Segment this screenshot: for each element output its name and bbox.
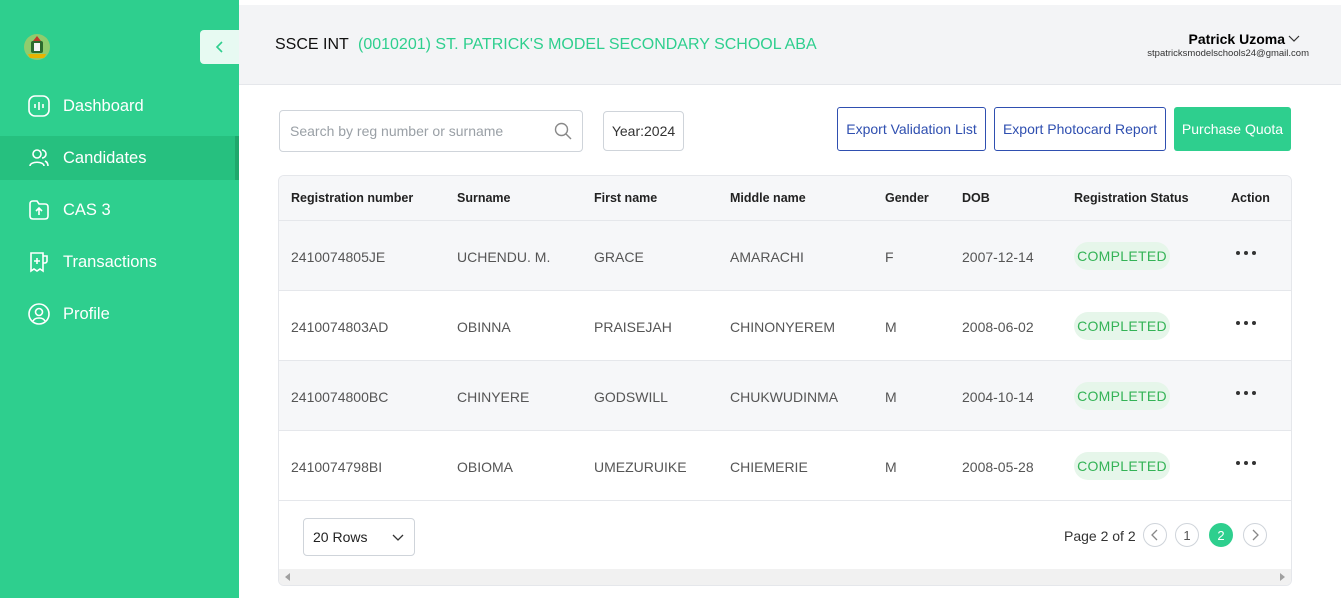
school-name: (0010201) ST. PATRICK'S MODEL SECONDARY … — [358, 36, 817, 53]
sidebar-nav: Dashboard Candidates CAS 3 Transactions — [0, 84, 239, 344]
user-circle-icon — [27, 302, 51, 326]
user-name[interactable]: Patrick Uzoma — [1189, 31, 1285, 47]
sidebar-item-candidates[interactable]: Candidates — [0, 136, 239, 180]
column-header: DOB — [962, 191, 990, 205]
search-input[interactable] — [290, 111, 540, 151]
year-select[interactable]: Year: 2024 — [603, 111, 684, 151]
cell-reg-number: 2410074803AD — [291, 319, 389, 335]
purchase-quota-button[interactable]: Purchase Quota — [1174, 107, 1291, 151]
status-badge: COMPLETED — [1074, 242, 1170, 270]
more-actions-icon[interactable] — [1231, 451, 1261, 475]
cell-first-name: PRAISEJAH — [594, 319, 672, 335]
more-actions-icon[interactable] — [1231, 241, 1261, 265]
status-badge: COMPLETED — [1074, 312, 1170, 340]
cell-reg-number: 2410074805JE — [291, 249, 386, 265]
column-header: Registration Status — [1074, 191, 1189, 205]
cell-gender: F — [885, 249, 894, 265]
user-email: stpatricksmodelschools24@gmail.com — [1147, 48, 1309, 59]
chevron-left-icon — [1151, 529, 1158, 541]
horizontal-scrollbar[interactable] — [279, 569, 1291, 585]
scroll-left-icon[interactable] — [284, 573, 292, 581]
column-header: Middle name — [730, 191, 806, 205]
sidebar-item-label: Candidates — [63, 148, 147, 167]
page-button-current[interactable]: 2 — [1209, 523, 1233, 547]
table-row[interactable]: 2410074805JE UCHENDU. M. GRACE AMARACHI … — [279, 221, 1291, 291]
sidebar-item-cas3[interactable]: CAS 3 — [0, 188, 239, 232]
cell-first-name: UMEZURUIKE — [594, 459, 687, 475]
candidates-table: Registration number Surname First name M… — [278, 175, 1292, 586]
cell-reg-number: 2410074798BI — [291, 459, 383, 475]
cell-dob: 2008-05-28 — [962, 459, 1034, 475]
cell-gender: M — [885, 459, 897, 475]
cell-surname: UCHENDU. M. — [457, 249, 551, 265]
column-header: Surname — [457, 191, 511, 205]
sidebar-item-label: Dashboard — [63, 96, 144, 115]
users-icon — [27, 146, 51, 170]
search-icon[interactable] — [554, 122, 572, 140]
sidebar: Dashboard Candidates CAS 3 Transactions — [0, 0, 239, 598]
export-validation-list-button[interactable]: Export Validation List — [837, 107, 986, 151]
sidebar-item-label: Transactions — [63, 252, 157, 271]
more-actions-icon[interactable] — [1231, 381, 1261, 405]
collapse-sidebar-button[interactable] — [200, 30, 239, 64]
dashboard-icon — [27, 94, 51, 118]
cell-surname: OBIOMA — [457, 459, 514, 475]
chevron-right-icon — [1252, 529, 1259, 541]
rows-per-page-select[interactable]: 20 Rows — [303, 518, 415, 556]
column-header: Action — [1231, 191, 1270, 205]
cell-middle-name: AMARACHI — [730, 249, 804, 265]
status-badge: COMPLETED — [1074, 382, 1170, 410]
sidebar-item-label: CAS 3 — [63, 200, 111, 219]
status-badge: COMPLETED — [1074, 452, 1170, 480]
table-row[interactable]: 2410074800BC CHINYERE GODSWILL CHUKWUDIN… — [279, 361, 1291, 431]
chevron-left-icon — [215, 41, 223, 53]
sidebar-item-transactions[interactable]: Transactions — [0, 240, 239, 284]
cell-dob: 2007-12-14 — [962, 249, 1034, 265]
page-indicator: Page 2 of 2 — [1064, 528, 1136, 544]
cell-reg-number: 2410074800BC — [291, 389, 389, 405]
year-label: Year: — [611, 123, 645, 139]
column-header: Gender — [885, 191, 929, 205]
chevron-down-icon — [392, 534, 404, 541]
cell-surname: OBINNA — [457, 319, 511, 335]
upload-folder-icon — [27, 198, 51, 222]
cell-dob: 2004-10-14 — [962, 389, 1034, 405]
sidebar-item-profile[interactable]: Profile — [0, 292, 239, 336]
exam-type: SSCE INT — [275, 36, 349, 53]
chevron-down-icon[interactable] — [1287, 31, 1301, 45]
next-page-button[interactable] — [1243, 523, 1267, 547]
more-actions-icon[interactable] — [1231, 311, 1261, 335]
year-value: 2024 — [644, 123, 676, 139]
sidebar-item-dashboard[interactable]: Dashboard — [0, 84, 239, 128]
cell-gender: M — [885, 389, 897, 405]
cell-surname: CHINYERE — [457, 389, 530, 405]
column-header: Registration number — [291, 191, 414, 205]
sidebar-item-label: Profile — [63, 304, 110, 323]
table-footer: 20 Rows Page 2 of 2 1 2 — [279, 501, 1291, 568]
cell-middle-name: CHINONYEREM — [730, 319, 836, 335]
receipt-icon — [27, 250, 51, 274]
prev-page-button[interactable] — [1143, 523, 1167, 547]
page-button[interactable]: 1 — [1175, 523, 1199, 547]
export-photocard-report-button[interactable]: Export Photocard Report — [994, 107, 1166, 151]
school-logo-icon — [22, 32, 52, 62]
page-header: SSCE INT (0010201) ST. PATRICK'S MODEL S… — [239, 5, 1341, 85]
table-row[interactable]: 2410074798BI OBIOMA UMEZURUIKE CHIEMERIE… — [279, 431, 1291, 501]
cell-dob: 2008-06-02 — [962, 319, 1034, 335]
cell-middle-name: CHIEMERIE — [730, 459, 808, 475]
scroll-right-icon[interactable] — [1278, 573, 1286, 581]
cell-middle-name: CHUKWUDINMA — [730, 389, 839, 405]
column-header: First name — [594, 191, 658, 205]
table-row[interactable]: 2410074803AD OBINNA PRAISEJAH CHINONYERE… — [279, 291, 1291, 361]
cell-first-name: GRACE — [594, 249, 644, 265]
cell-gender: M — [885, 319, 897, 335]
rows-per-page-value: 20 Rows — [313, 529, 368, 545]
cell-first-name: GODSWILL — [594, 389, 668, 405]
search-box — [279, 110, 583, 152]
table-header: Registration number Surname First name M… — [279, 176, 1291, 221]
